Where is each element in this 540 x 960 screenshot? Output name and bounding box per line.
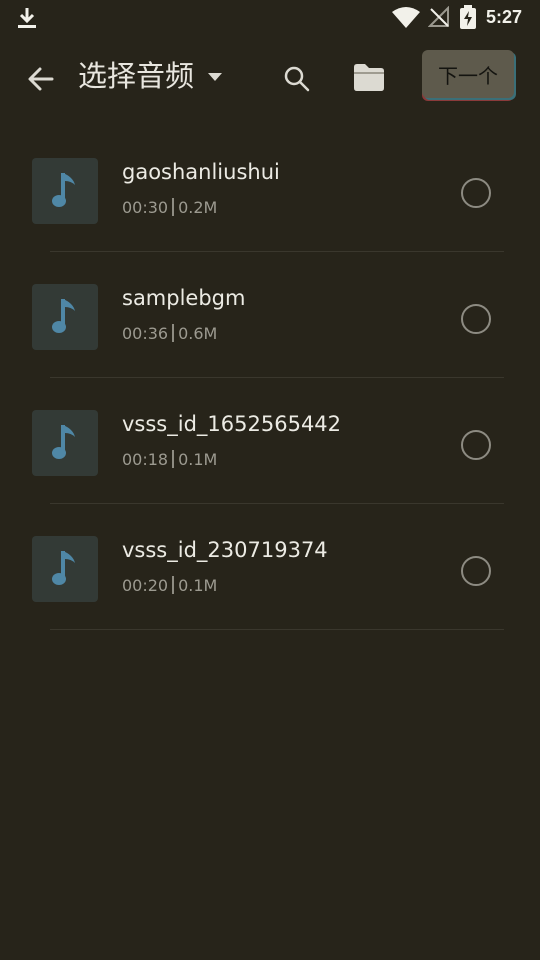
track-select-radio[interactable] [461, 178, 491, 208]
track-select-radio[interactable] [461, 430, 491, 460]
track-thumbnail [32, 284, 98, 350]
track-duration: 00:18 [122, 450, 169, 469]
track-name: vsss_id_1652565442 [122, 412, 342, 436]
meta-separator [172, 450, 175, 468]
track-name: samplebgm [122, 286, 246, 310]
download-icon [18, 8, 36, 28]
track-size: 0.1M [178, 450, 218, 469]
track-size: 0.1M [178, 576, 218, 595]
page-title[interactable]: 选择音频 [78, 56, 194, 96]
music-note-icon [52, 425, 75, 459]
meta-separator [172, 324, 175, 342]
track-list: gaoshanliushui 00:30 0.2M samplebgm 00:36… [0, 126, 540, 630]
status-time: 5:27 [486, 7, 523, 27]
arrow-back-icon[interactable] [24, 62, 58, 96]
track-meta: 00:18 0.1M [122, 450, 217, 469]
status-bar: 5:27 [0, 0, 540, 36]
next-button[interactable]: 下一个 [422, 50, 514, 98]
track-thumbnail [32, 158, 98, 224]
search-icon[interactable] [282, 64, 312, 94]
track-item[interactable]: samplebgm 00:36 0.6M [0, 252, 540, 378]
track-size: 0.2M [178, 198, 218, 217]
track-name: gaoshanliushui [122, 160, 280, 184]
track-duration: 00:36 [122, 324, 169, 343]
track-meta: 00:20 0.1M [122, 576, 217, 595]
track-thumbnail [32, 410, 98, 476]
track-thumbnail [32, 536, 98, 602]
track-name: vsss_id_230719374 [122, 538, 328, 562]
music-note-icon [52, 173, 75, 207]
music-note-icon [52, 551, 75, 585]
track-duration: 00:20 [122, 576, 169, 595]
track-select-radio[interactable] [461, 304, 491, 334]
battery-charging-icon [460, 5, 476, 29]
track-size: 0.6M [178, 324, 218, 343]
music-note-icon [52, 299, 75, 333]
divider [50, 629, 504, 630]
track-meta: 00:30 0.2M [122, 198, 217, 217]
track-item[interactable]: vsss_id_1652565442 00:18 0.1M [0, 378, 540, 504]
caret-down-icon[interactable] [206, 70, 224, 84]
toolbar: 选择音频 下一个 [0, 44, 540, 114]
meta-separator [172, 198, 175, 216]
folder-icon[interactable] [352, 61, 386, 93]
meta-separator [172, 576, 175, 594]
track-duration: 00:30 [122, 198, 169, 217]
track-item[interactable]: vsss_id_230719374 00:20 0.1M [0, 504, 540, 630]
track-item[interactable]: gaoshanliushui 00:30 0.2M [0, 126, 540, 252]
track-select-radio[interactable] [461, 556, 491, 586]
signal-off-icon [428, 6, 449, 27]
track-meta: 00:36 0.6M [122, 324, 217, 343]
wifi-icon [392, 7, 420, 28]
